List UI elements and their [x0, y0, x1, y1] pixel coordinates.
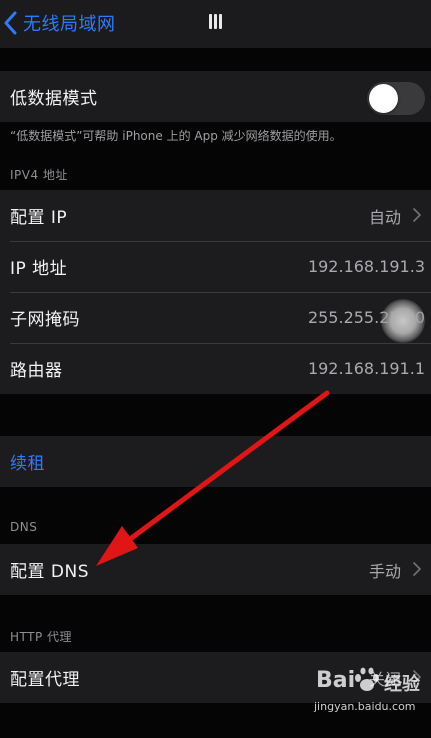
configure-dns-row[interactable]: 配置 DNS 手动 — [0, 544, 431, 595]
ipv4-header: IPV4 地址 — [10, 168, 68, 182]
chevron-right-icon — [413, 562, 421, 576]
baidu-paw-icon — [355, 667, 379, 691]
touch-indicator — [381, 299, 425, 343]
subnet-mask-row: 子网掩码 255.255.255.0 — [0, 292, 431, 343]
chevron-right-icon — [413, 208, 421, 222]
low-data-group: 低数据模式 — [0, 71, 431, 122]
router-value: 192.168.191.1 — [307, 359, 425, 378]
configure-ip-label: 配置 IP — [10, 208, 68, 228]
low-data-label: 低数据模式 — [10, 89, 98, 109]
baidu-jingyan-watermark: Bai 经验 jingyan.baidu.com — [312, 664, 428, 736]
renew-lease-button[interactable]: 续租 — [0, 436, 431, 487]
configure-dns-value: 手动 — [368, 561, 401, 581]
http-proxy-header: HTTP 代理 — [10, 630, 73, 644]
ip-address-row: IP 地址 192.168.191.3 — [0, 241, 431, 292]
lease-group: 续租 — [0, 436, 431, 487]
router-row: 路由器 192.168.191.1 — [0, 343, 431, 394]
settings-screen: 无线局域网 低数据模式 “低数据模式”可帮助 iPhone 上的 App 减少网… — [0, 0, 431, 738]
router-label: 路由器 — [10, 361, 63, 381]
low-data-row: 低数据模式 — [0, 71, 431, 122]
multitask-indicator-icon — [209, 14, 223, 30]
back-button[interactable]: 无线局域网 — [4, 8, 116, 38]
configure-ip-row[interactable]: 配置 IP 自动 — [0, 190, 431, 241]
watermark-text: 经验 — [384, 674, 420, 695]
back-button-label: 无线局域网 — [23, 14, 116, 35]
chevron-left-icon — [4, 11, 17, 35]
configure-dns-label: 配置 DNS — [10, 562, 90, 582]
ipv4-group: 配置 IP 自动 IP 地址 192.168.191.3 子网掩码 255.25… — [0, 190, 431, 394]
dns-header: DNS — [10, 520, 38, 534]
watermark-url: jingyan.baidu.com — [314, 700, 416, 713]
watermark-brand: Bai — [316, 668, 356, 693]
low-data-footnote: “低数据模式”可帮助 iPhone 上的 App 减少网络数据的使用。 — [10, 129, 342, 143]
configure-ip-value: 自动 — [368, 207, 401, 227]
low-data-toggle[interactable] — [367, 82, 425, 115]
navigation-bar: 无线局域网 — [0, 0, 431, 48]
dns-group: 配置 DNS 手动 — [0, 544, 431, 595]
ip-address-label: IP 地址 — [10, 259, 68, 279]
toggle-knob — [369, 84, 398, 113]
configure-proxy-label: 配置代理 — [10, 670, 80, 690]
ip-address-value: 192.168.191.3 — [307, 257, 425, 276]
subnet-mask-label: 子网掩码 — [10, 310, 80, 330]
renew-lease-label: 续租 — [10, 454, 45, 474]
